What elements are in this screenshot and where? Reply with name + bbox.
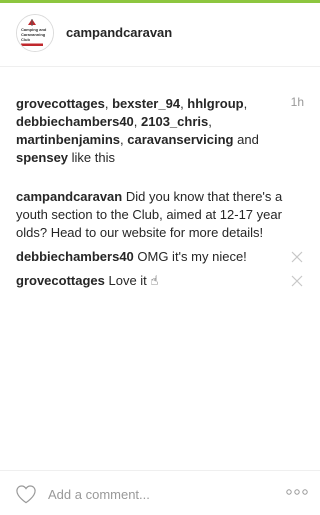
like-user[interactable]: hhlgroup (187, 96, 243, 111)
like-user[interactable]: spensey (16, 150, 68, 165)
comment-text: Love it (104, 273, 151, 288)
like-user[interactable]: bexster_94 (112, 96, 180, 111)
like-user[interactable]: grovecottages (16, 96, 105, 111)
comment-item: debbiechambers40 OMG it's my niece! (16, 248, 304, 266)
post-actions-bar (0, 470, 320, 515)
post-username[interactable]: campandcaravan (66, 25, 172, 40)
close-icon[interactable] (290, 274, 304, 288)
comment-text: OMG it's my niece! (133, 249, 247, 264)
like-user[interactable]: martinbenjamins (16, 132, 120, 147)
avatar[interactable]: Camping and Caravanning Club (16, 14, 54, 52)
like-user[interactable]: debbiechambers40 (16, 114, 134, 129)
club-logo-icon: Camping and Caravanning Club (17, 15, 53, 51)
pointing-hand-icon: ☝ (150, 273, 159, 288)
avatar-logo-line-3: Club (21, 37, 30, 42)
comment-author[interactable]: grovecottages (16, 273, 105, 288)
comment-item: grovecottages Love it ☝ (16, 272, 304, 290)
heart-icon[interactable] (15, 484, 37, 504)
close-icon[interactable] (290, 250, 304, 264)
comments-list: campandcaravan Did you know that there's… (16, 188, 304, 296)
more-options-icon[interactable] (286, 487, 308, 497)
caption: campandcaravan Did you know that there's… (16, 188, 304, 242)
caption-author[interactable]: campandcaravan (16, 189, 122, 204)
post-timestamp[interactable]: 1h (291, 95, 304, 109)
comment-input[interactable] (48, 481, 268, 507)
post-header: Camping and Caravanning Club campandcara… (0, 3, 320, 67)
likes-summary: grovecottages, bexster_94, hhlgroup, deb… (16, 96, 259, 165)
comment-author[interactable]: debbiechambers40 (16, 249, 134, 264)
like-user[interactable]: 2103_chris (141, 114, 208, 129)
like-user[interactable]: caravanservicing (127, 132, 233, 147)
